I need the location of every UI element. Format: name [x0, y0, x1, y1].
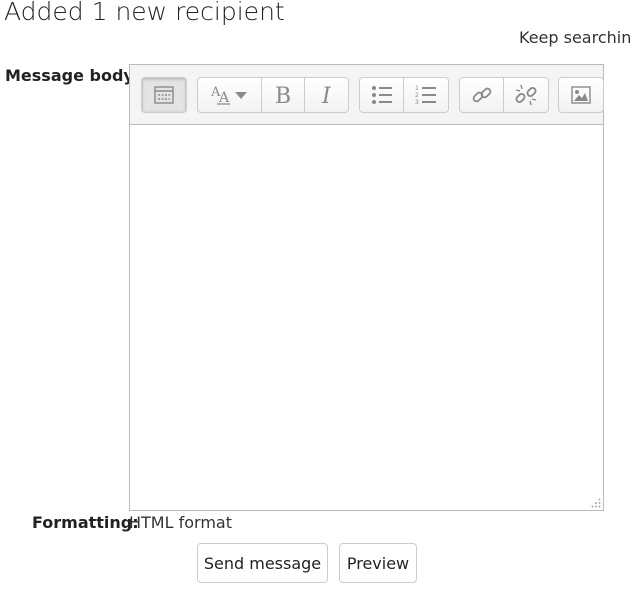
bold-icon: B — [275, 84, 291, 106]
page-title: Added 1 new recipient — [4, 0, 285, 26]
font-style-icon: A A — [210, 85, 247, 106]
svg-text:1: 1 — [415, 85, 419, 92]
toolbar-group-lists: 1 2 3 — [359, 77, 449, 113]
svg-text:I: I — [321, 84, 332, 106]
font-style-button[interactable]: A A — [198, 78, 262, 112]
editor-toolbar: A A B I 1 2 3 — [130, 65, 604, 125]
page: Added 1 new recipient Keep searchin Mess… — [0, 0, 633, 596]
bold-button[interactable]: B — [262, 78, 305, 112]
toolbar-group-media — [558, 77, 604, 113]
unordered-list-button[interactable] — [360, 78, 404, 112]
toolbar-toggle-button[interactable] — [142, 78, 186, 112]
formatting-value: HTML format — [129, 513, 232, 532]
send-message-button[interactable]: Send message — [197, 543, 328, 583]
unlink-button[interactable] — [504, 78, 548, 112]
italic-icon: I — [321, 84, 332, 106]
resize-handle-icon[interactable] — [591, 498, 601, 508]
formatting-label: Formatting: — [32, 513, 139, 532]
preview-button[interactable]: Preview — [339, 543, 417, 583]
svg-text:2: 2 — [415, 92, 419, 99]
toolbar-group-text: A A B I — [197, 77, 349, 113]
unordered-list-icon — [371, 86, 392, 104]
ordered-list-icon: 1 2 3 — [415, 85, 436, 106]
toolbar-group-toggle — [141, 77, 187, 113]
toolbar-group-links — [459, 77, 549, 113]
svg-text:3: 3 — [415, 99, 419, 106]
italic-button[interactable]: I — [305, 78, 348, 112]
image-icon — [571, 86, 591, 104]
link-button[interactable] — [460, 78, 504, 112]
message-body-label: Message body: — [5, 66, 141, 85]
svg-text:B: B — [275, 84, 291, 106]
keep-searching-link[interactable]: Keep searchin — [519, 28, 631, 47]
image-button[interactable] — [559, 78, 603, 112]
message-editor: A A B I 1 2 3 — [129, 64, 604, 511]
link-icon — [472, 87, 491, 103]
ordered-list-button[interactable]: 1 2 3 — [404, 78, 448, 112]
unlink-icon — [515, 84, 537, 106]
toolbar-toggle-icon — [154, 86, 174, 104]
editor-content-area[interactable] — [130, 125, 603, 510]
